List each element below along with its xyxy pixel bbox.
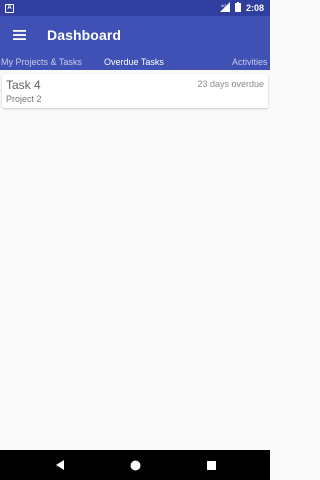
app-notification-icon: A bbox=[5, 3, 14, 13]
signal-icon: 4G bbox=[219, 2, 230, 14]
svg-text:4G: 4G bbox=[221, 3, 226, 8]
back-icon[interactable] bbox=[45, 450, 75, 480]
status-time: 2:08 bbox=[245, 3, 264, 13]
recents-icon[interactable] bbox=[196, 450, 226, 480]
page-title: Dashboard bbox=[47, 27, 122, 43]
battery-icon bbox=[234, 2, 241, 14]
overdue-task-list: Task 4 Project 2 23 days overdue bbox=[0, 70, 270, 450]
tab-bar: My Projects & Tasks Overdue Tasks Activi… bbox=[0, 54, 270, 70]
task-overdue-status: 23 days overdue bbox=[197, 79, 264, 89]
app-toolbar: Dashboard bbox=[0, 16, 270, 54]
status-bar-left: A bbox=[5, 3, 14, 13]
task-card[interactable]: Task 4 Project 2 23 days overdue bbox=[2, 74, 268, 108]
app-notification-letter: A bbox=[7, 5, 12, 11]
system-nav-bar bbox=[0, 450, 270, 480]
status-bar: A 4G 2:08 bbox=[0, 0, 270, 16]
home-icon[interactable] bbox=[120, 450, 150, 480]
tab-my-projects-tasks[interactable]: My Projects & Tasks bbox=[1, 54, 82, 70]
task-project: Project 2 bbox=[6, 94, 42, 104]
tab-activities[interactable]: Activities bbox=[232, 54, 268, 70]
status-bar-right: 4G 2:08 bbox=[219, 2, 264, 14]
task-title: Task 4 bbox=[6, 78, 41, 92]
hamburger-menu-icon[interactable] bbox=[1, 16, 37, 54]
